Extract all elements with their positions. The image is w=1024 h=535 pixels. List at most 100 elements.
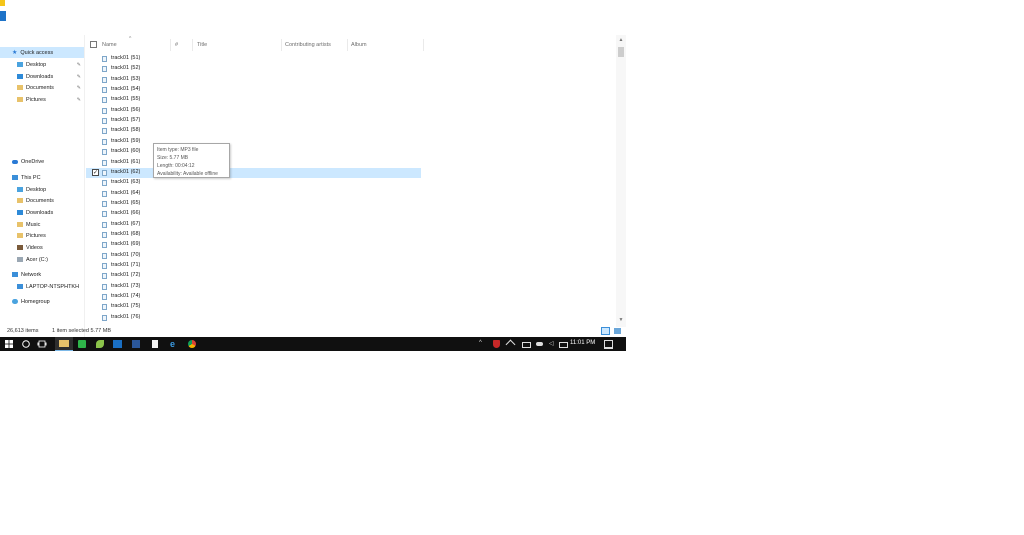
videos-folder-icon: [17, 245, 23, 250]
nav-qa-desktop[interactable]: Desktop ✎: [0, 59, 84, 70]
battery-icon[interactable]: [522, 342, 531, 348]
nav-laptop[interactable]: LAPTOP-NTSPHTKH: [0, 281, 84, 292]
nav-qa-documents[interactable]: Documents ✎: [0, 82, 84, 93]
file-row[interactable]: track01 (69): [86, 240, 421, 250]
column-album[interactable]: Album: [351, 42, 367, 48]
select-all-checkbox[interactable]: [90, 41, 97, 48]
file-row[interactable]: track01 (64): [86, 189, 421, 199]
security-shield-icon[interactable]: [493, 340, 500, 348]
column-number[interactable]: #: [175, 42, 178, 48]
nav-pc-downloads[interactable]: Downloads: [0, 207, 84, 218]
file-row[interactable]: track01 (59): [86, 137, 421, 147]
wifi-icon[interactable]: [505, 339, 516, 350]
audio-file-icon: [102, 56, 107, 62]
audio-file-icon: [102, 190, 107, 197]
file-name: track01 (51): [111, 55, 141, 61]
scroll-up-arrow-icon[interactable]: ▲: [616, 37, 626, 43]
nav-label: Downloads: [26, 73, 54, 80]
file-row[interactable]: track01 (73): [86, 282, 421, 292]
file-name: track01 (66): [111, 210, 141, 217]
file-name: track01 (60): [111, 148, 141, 155]
show-hidden-icons-chevron-icon[interactable]: ^: [479, 340, 482, 346]
nav-pc-documents[interactable]: Documents: [0, 195, 84, 206]
nav-pc-drive-c[interactable]: Acer (C:): [0, 254, 84, 265]
file-row[interactable]: track01 (72): [86, 271, 421, 281]
nav-network[interactable]: Network: [0, 269, 84, 280]
file-row[interactable]: track01 (63): [86, 178, 421, 188]
audio-file-icon: [102, 221, 107, 228]
audio-file-icon: [102, 211, 107, 218]
nav-this-pc[interactable]: This PC: [0, 172, 84, 183]
file-row[interactable]: track01 (56): [86, 106, 421, 116]
file-row[interactable]: track01 (51): [86, 54, 421, 64]
file-list: track01 (51) track01 (52) track01 (53) trac…: [86, 51, 424, 327]
file-name: track01 (59): [111, 137, 141, 144]
file-row[interactable]: track01 (58): [86, 126, 421, 136]
clock-time[interactable]: 11:01 PM: [570, 340, 595, 346]
file-row[interactable]: track01 (74): [86, 292, 421, 302]
audio-file-icon: [102, 76, 107, 83]
details-view-icon[interactable]: [601, 327, 610, 335]
column-name[interactable]: Name: [102, 42, 117, 48]
chrome-icon[interactable]: [188, 340, 196, 348]
nav-onedrive[interactable]: OneDrive: [0, 156, 84, 167]
file-row[interactable]: track01 (68): [86, 230, 421, 240]
file-row[interactable]: track01 (57): [86, 116, 421, 126]
file-row[interactable]: track01 (66): [86, 209, 421, 219]
large-icons-view-icon[interactable]: [614, 328, 621, 334]
file-row[interactable]: track01 (55): [86, 95, 421, 105]
onedrive-tray-icon[interactable]: [536, 342, 543, 346]
word-icon[interactable]: [132, 340, 140, 348]
file-name: track01 (72): [111, 272, 141, 279]
nav-pc-desktop[interactable]: Desktop: [0, 184, 84, 195]
edge-icon[interactable]: e: [170, 339, 175, 349]
scroll-down-arrow-icon[interactable]: ▼: [616, 317, 626, 323]
nav-pc-pictures[interactable]: Pictures: [0, 230, 84, 241]
tooltip-length: Length: 00:04:12: [157, 163, 195, 169]
documents-folder-icon: [17, 85, 23, 90]
nav-homegroup[interactable]: Homegroup: [0, 296, 84, 307]
nav-label: Network: [21, 271, 42, 278]
app-leaf-icon[interactable]: [96, 340, 104, 348]
camtasia-icon[interactable]: [78, 340, 86, 348]
task-view-icon[interactable]: [37, 339, 47, 349]
outlook-icon[interactable]: [113, 340, 122, 348]
file-row[interactable]: track01 (71): [86, 261, 421, 271]
file-explorer-taskbar-icon[interactable]: [55, 337, 73, 351]
column-divider[interactable]: [192, 39, 193, 51]
notepad-icon[interactable]: [152, 340, 158, 348]
nav-quick-access[interactable]: ★ Quick access: [0, 47, 84, 58]
column-contributing-artists[interactable]: Contributing artists: [285, 42, 331, 48]
file-row[interactable]: track01 (53): [86, 75, 421, 85]
windows-start-icon[interactable]: [4, 339, 14, 349]
column-divider[interactable]: [423, 39, 424, 51]
file-row[interactable]: track01 (67): [86, 220, 421, 230]
column-divider[interactable]: [170, 39, 171, 51]
search-cortana-icon[interactable]: [21, 339, 31, 349]
file-row[interactable]: track01 (60): [86, 147, 421, 157]
nav-qa-downloads[interactable]: Downloads ✎: [0, 71, 84, 82]
nav-pc-videos[interactable]: Videos: [0, 242, 84, 253]
nav-pc-music[interactable]: Music: [0, 219, 84, 230]
file-row[interactable]: track01 (65): [86, 199, 421, 209]
file-row[interactable]: ✓ track01 (62): [86, 167, 421, 178]
row-checkbox[interactable]: ✓: [92, 168, 99, 176]
file-name: track01 (71): [111, 262, 141, 268]
column-divider[interactable]: [281, 39, 282, 51]
scrollbar-thumb[interactable]: [618, 47, 624, 57]
file-row[interactable]: track01 (76): [86, 313, 421, 323]
file-row[interactable]: track01 (75): [86, 302, 421, 312]
file-row[interactable]: track01 (61): [86, 158, 421, 168]
file-row[interactable]: track01 (54): [86, 85, 421, 95]
file-row[interactable]: track01 (70): [86, 251, 421, 261]
keyboard-icon[interactable]: [559, 342, 568, 348]
column-divider[interactable]: [347, 39, 348, 51]
nav-label: Documents: [26, 197, 54, 204]
action-center-icon[interactable]: [604, 340, 613, 349]
volume-icon[interactable]: ◁: [549, 340, 554, 347]
column-title[interactable]: Title: [197, 42, 207, 48]
nav-qa-pictures[interactable]: Pictures ✎: [0, 94, 84, 105]
navigation-pane: ★ Quick access Desktop ✎ Downloads ✎ Doc…: [0, 35, 85, 337]
file-row[interactable]: track01 (52): [86, 64, 421, 74]
vertical-scrollbar[interactable]: ▲ ▼: [616, 35, 626, 327]
